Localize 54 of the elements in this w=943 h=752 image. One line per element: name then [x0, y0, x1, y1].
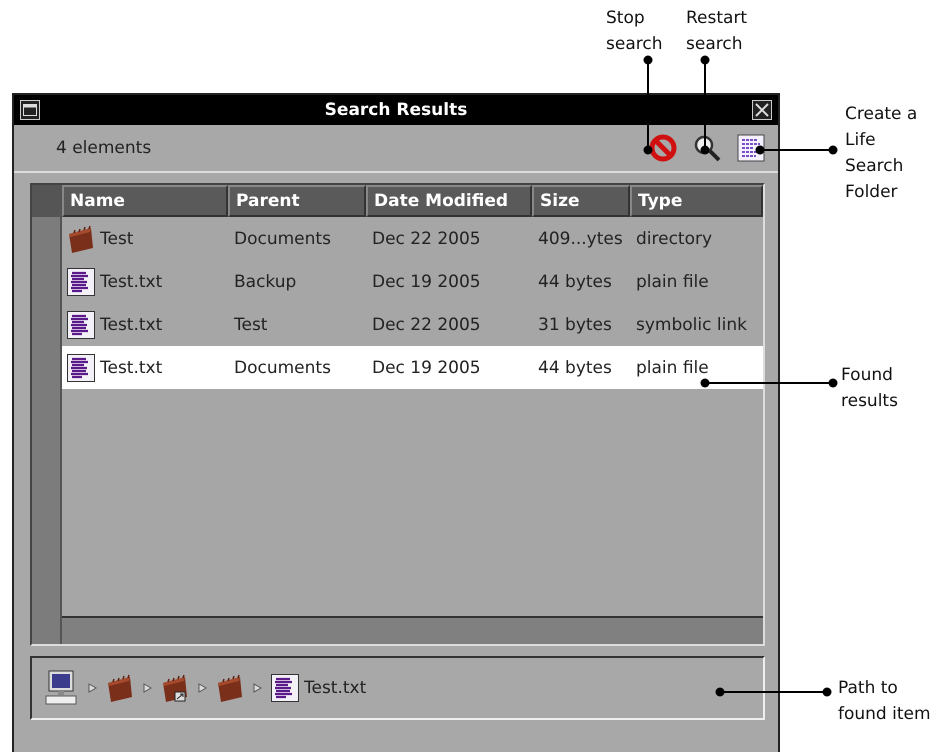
triangle-arrow-icon [198, 683, 207, 693]
create-search-folder-button[interactable] [736, 133, 766, 163]
table-cell: symbolic link [636, 314, 747, 334]
column-header[interactable]: Type [630, 185, 763, 217]
file-name: Test.txt [100, 358, 162, 378]
text-file-icon [66, 310, 96, 340]
window-menu-button[interactable] [20, 100, 40, 120]
table-cell: Dec 22 2005 [372, 314, 481, 334]
table-cell: Dec 19 2005 [372, 272, 481, 292]
table-cell: directory [636, 228, 712, 248]
close-button[interactable] [752, 100, 772, 120]
folder-icon [215, 673, 245, 703]
triangle-arrow-icon [143, 683, 152, 693]
folder-icon [66, 224, 96, 254]
callout-label: Found results [841, 364, 898, 413]
table-cell: Test [234, 314, 268, 334]
folder-icon [105, 673, 135, 703]
triangle-arrow-icon [88, 683, 97, 693]
result-row[interactable]: Test.txt Documents Dec 19 2005 44 bytes plain file [62, 346, 763, 389]
triangle-arrow-icon [253, 683, 262, 693]
table-cell: Backup [234, 272, 296, 292]
table-cell: plain file [636, 358, 709, 378]
table-cell: Dec 19 2005 [372, 358, 481, 378]
result-row[interactable]: Test.txt Test Dec 22 2005 31 bytes symbolic link [62, 303, 763, 346]
text-file-icon [66, 352, 96, 382]
text-file-icon [66, 266, 96, 296]
folder-link-icon [160, 673, 190, 703]
result-row[interactable]: Test.txt Backup Dec 19 2005 44 bytes plain file [62, 260, 763, 303]
table-cell: 44 bytes [538, 358, 612, 378]
horizontal-scrollbar[interactable] [62, 616, 763, 644]
column-header[interactable]: Name [62, 185, 228, 217]
window-title: Search Results [324, 100, 468, 120]
stop-search-button[interactable] [648, 133, 678, 163]
result-row[interactable]: Test Documents Dec 22 2005 409...ytes directory [62, 217, 763, 260]
callout-label: Restart search [686, 7, 748, 56]
callout-label: Create a Life Search Folder [845, 103, 918, 204]
table-cell: 44 bytes [538, 272, 612, 292]
callout-label: Path to found item [838, 677, 931, 726]
file-name: Test.txt [100, 314, 162, 334]
callout-label: Stop search [606, 7, 662, 56]
table-cell: plain file [636, 272, 709, 292]
table-cell: 31 bytes [538, 314, 612, 334]
file-name: Test [100, 228, 134, 248]
column-header[interactable]: Parent [228, 185, 366, 217]
table-cell: Documents [234, 358, 331, 378]
table-cell: 409...ytes [538, 228, 623, 248]
element-count: 4 elements [56, 138, 152, 158]
column-header[interactable]: Date Modified [366, 185, 532, 217]
table-cell: Dec 22 2005 [372, 228, 481, 248]
table-cell: Documents [234, 228, 331, 248]
path-item-label[interactable]: Test.txt [304, 678, 366, 698]
column-header[interactable]: Size [532, 185, 630, 217]
file-name: Test.txt [100, 272, 162, 292]
text-file-icon [270, 673, 300, 703]
